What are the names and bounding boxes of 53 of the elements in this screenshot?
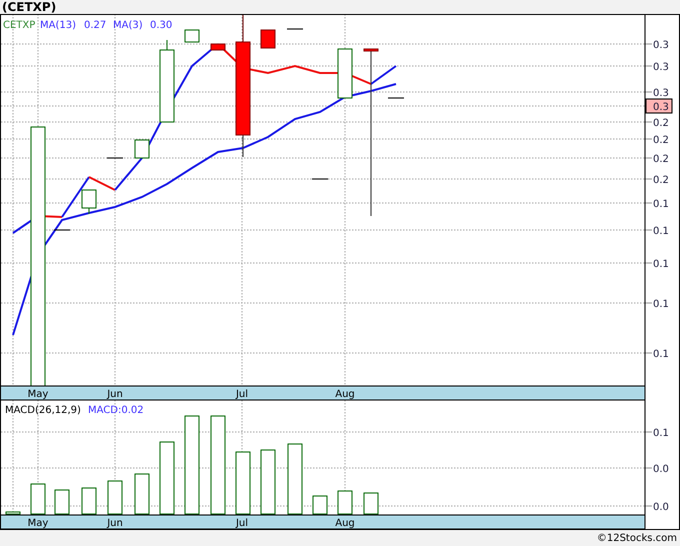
macd-bar [288,444,302,514]
candlestick [260,30,276,48]
axis-label: 0.1 [653,299,669,310]
macd-bar [260,450,276,514]
legend-label: CETXP [3,20,36,31]
axis-label: 0.2 [653,135,669,146]
month-label: Jun [107,389,123,400]
legend-label: MA(3) [113,20,143,31]
month-label: May [28,389,48,400]
legend-label: 0.30 [150,20,172,31]
candlestick [338,48,352,98]
candlestick [184,30,200,42]
axis-label: 0.0 [653,502,669,513]
macd-bar [30,484,46,514]
axis-label: 0.2 [653,118,669,129]
axis-label: 0.3 [653,88,669,99]
macd-bar [82,488,96,514]
candlestick [82,190,96,214]
month-label: Aug [335,389,355,400]
month-label: Jul [236,518,248,529]
axis-label: 0.1 [653,428,669,439]
macd-bar [108,480,122,514]
legend-label: MA(13) [40,20,76,31]
macd-bar [364,492,378,514]
macd-bar [134,474,150,514]
candlestick [286,28,304,30]
axis-label: 0.1 [653,349,669,360]
chart-title: (CETXP) [2,0,56,14]
candlestick [134,140,150,158]
axis-label: 0.3 [653,102,669,113]
axis-label: 0.1 [653,199,669,210]
axis-label: 0.3 [653,62,669,73]
axis-label: 0.0 [653,464,669,475]
axis-label: 0.2 [653,175,669,186]
macd-label: MACD(26,12,9) [5,405,81,416]
macd-bar [312,496,328,514]
month-label: Jul [236,389,248,400]
candlestick [312,178,328,180]
axis-label: 0.2 [653,154,669,165]
axis-label: 0.1 [653,259,669,270]
macd-bar [338,490,352,514]
macd-bar [6,512,20,514]
axis-label: 0.1 [653,226,669,237]
legend-label: 0.27 [84,20,106,31]
month-label: Aug [335,518,355,529]
macd-label: MACD:0.02 [88,405,144,416]
candlestick [210,44,226,50]
macd-bar [54,490,70,514]
month-label: Jun [107,518,123,529]
month-label: May [28,518,48,529]
macd-bar [236,452,250,514]
copyright-text: ©12Stocks.com [596,532,677,544]
axis-label: 0.3 [653,40,669,51]
